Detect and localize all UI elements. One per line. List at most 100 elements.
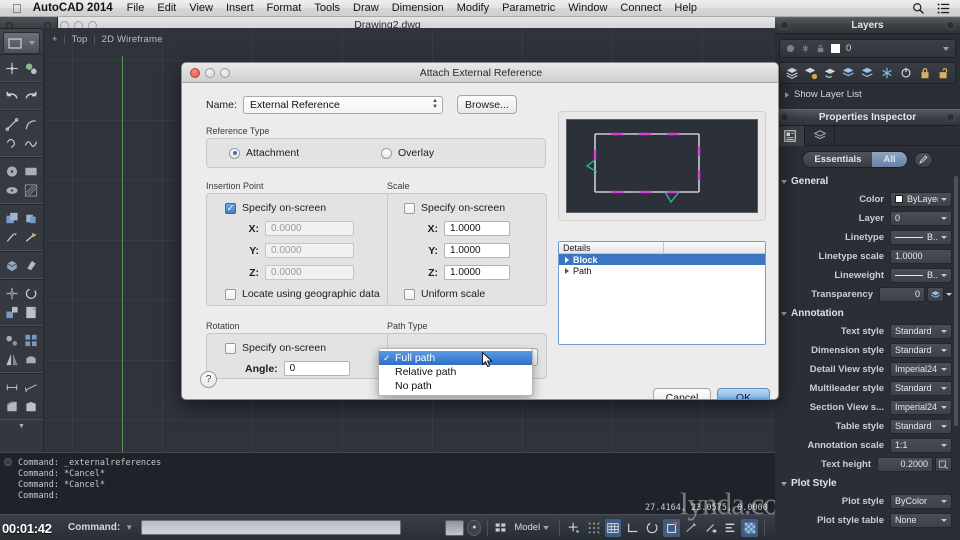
erase-icon[interactable] bbox=[23, 258, 39, 273]
layers-panel-close-icon[interactable] bbox=[780, 21, 789, 30]
lineweight-field[interactable]: B.. bbox=[890, 267, 952, 283]
chevron-right-icon[interactable] bbox=[565, 267, 569, 274]
offset-icon[interactable] bbox=[23, 211, 39, 226]
scale-specify-row[interactable]: Specify on-screen bbox=[404, 202, 536, 214]
dialog-minimize-button[interactable] bbox=[205, 67, 215, 78]
menu-format[interactable]: Format bbox=[267, 2, 302, 14]
chevron-down-icon[interactable] bbox=[941, 348, 947, 352]
snap-toggle-button[interactable] bbox=[566, 519, 582, 537]
layer-make-current-icon[interactable] bbox=[804, 66, 818, 80]
property-row[interactable]: Plot style ByColor bbox=[775, 492, 960, 510]
transparency-bylayer-button[interactable] bbox=[927, 286, 944, 302]
overlay-radio[interactable] bbox=[381, 147, 392, 159]
tool-palette-header[interactable] bbox=[3, 32, 40, 54]
menu-connect[interactable]: Connect bbox=[620, 2, 661, 14]
layer-unlock-icon[interactable] bbox=[937, 66, 951, 80]
geographic-data-row[interactable]: Locate using geographic data bbox=[225, 288, 380, 300]
layer-freeze-icon[interactable] bbox=[801, 44, 810, 53]
object-snap-tracking-button[interactable] bbox=[683, 519, 699, 537]
chevron-down-icon[interactable] bbox=[941, 405, 947, 409]
circle-icon[interactable] bbox=[4, 164, 20, 179]
linetype-field[interactable]: B.. bbox=[890, 229, 952, 245]
chevron-down-icon[interactable] bbox=[543, 525, 550, 530]
scale-z-input[interactable]: 1.0000 bbox=[444, 265, 510, 280]
attachment-radio[interactable] bbox=[229, 147, 240, 159]
viewport-visualstyle-label[interactable]: 2D Wireframe bbox=[102, 34, 163, 45]
chevron-down-icon[interactable] bbox=[941, 518, 947, 522]
command-history-chevron-icon[interactable]: ▼ bbox=[125, 523, 133, 532]
command-history-grip[interactable] bbox=[4, 458, 12, 466]
insertion-x-input[interactable]: 0.0000 bbox=[265, 221, 354, 236]
layout-grid-icon[interactable] bbox=[494, 520, 507, 535]
property-row[interactable]: Detail View style Imperial24 bbox=[775, 360, 960, 378]
property-row[interactable]: Transparency 0 bbox=[775, 285, 960, 303]
chevron-down-icon[interactable] bbox=[941, 367, 947, 371]
uniform-scale-checkbox[interactable] bbox=[404, 288, 415, 300]
properties-panel-options-icon[interactable] bbox=[946, 113, 955, 122]
property-row[interactable]: Table style Standard bbox=[775, 417, 960, 435]
chevron-down-icon[interactable] bbox=[781, 311, 787, 316]
spline-icon[interactable] bbox=[23, 136, 39, 151]
color-field[interactable]: ByLayer bbox=[890, 191, 952, 207]
layer-freeze-icon[interactable] bbox=[880, 66, 894, 80]
dynamic-input-button[interactable] bbox=[722, 519, 738, 537]
table-style-field[interactable]: Standard bbox=[890, 418, 952, 434]
show-layer-list-toggle[interactable]: Show Layer List bbox=[779, 84, 956, 105]
hatch-icon[interactable] bbox=[23, 183, 39, 198]
insertion-z-input[interactable]: 0.0000 bbox=[265, 265, 354, 280]
chevron-down-icon[interactable] bbox=[943, 46, 949, 51]
path-type-option-relative[interactable]: Relative path bbox=[379, 365, 532, 379]
search-icon[interactable] bbox=[912, 2, 925, 15]
menu-window[interactable]: Window bbox=[568, 2, 607, 14]
rotation-angle-input[interactable]: 0 bbox=[283, 361, 350, 376]
rotation-specify-checkbox[interactable] bbox=[225, 342, 236, 354]
insertion-specify-row[interactable]: Specify on-screen bbox=[225, 202, 380, 214]
property-row[interactable]: Layer 0 bbox=[775, 209, 960, 227]
scale-specify-checkbox[interactable] bbox=[404, 202, 415, 214]
layer-color-swatch[interactable] bbox=[831, 44, 840, 53]
properties-scrollbar[interactable] bbox=[954, 176, 958, 426]
overlay-radio-row[interactable]: Overlay bbox=[381, 147, 434, 159]
chevron-down-icon[interactable] bbox=[941, 386, 947, 390]
chevron-down-icon[interactable] bbox=[29, 41, 35, 45]
viewport-controls[interactable]: + | Top | 2D Wireframe bbox=[52, 34, 163, 45]
grid-dots-toggle-button[interactable] bbox=[586, 519, 602, 537]
menu-draw[interactable]: Draw bbox=[353, 2, 379, 14]
properties-panel-header[interactable]: Properties Inspector bbox=[775, 109, 960, 126]
fillet-icon[interactable] bbox=[4, 333, 20, 348]
layer-match-icon[interactable] bbox=[842, 66, 856, 80]
browse-button[interactable]: Browse... bbox=[456, 95, 517, 114]
section-header-plot-style[interactable]: Plot Style bbox=[775, 474, 960, 492]
path-type-option-full[interactable]: ✓ Full path bbox=[379, 351, 532, 365]
section-header-annotation[interactable]: Annotation bbox=[775, 304, 960, 322]
solid-face-icon[interactable] bbox=[23, 399, 39, 414]
undo-icon[interactable] bbox=[4, 89, 20, 104]
insertion-y-input[interactable]: 0.0000 bbox=[265, 243, 354, 258]
ok-button[interactable]: OK bbox=[717, 388, 770, 399]
menu-tools[interactable]: Tools bbox=[314, 2, 340, 14]
stepper-icon[interactable]: ▲▼ bbox=[432, 98, 438, 110]
transparency-field[interactable]: 0 bbox=[879, 286, 925, 302]
layer-isolate-icon[interactable] bbox=[861, 66, 875, 80]
property-row[interactable]: Linetype B.. bbox=[775, 228, 960, 246]
linetype-scale-field[interactable]: 1.0000 bbox=[890, 248, 952, 264]
dialog-title-bar[interactable]: Attach External Reference bbox=[182, 63, 778, 83]
multiple-points-icon[interactable] bbox=[23, 61, 39, 76]
layers-panel-options-icon[interactable] bbox=[946, 21, 955, 30]
text-style-field[interactable]: Standard bbox=[890, 323, 952, 339]
menu-file[interactable]: File bbox=[127, 2, 145, 14]
viewport-view-label[interactable]: Top bbox=[72, 34, 88, 45]
menu-view[interactable]: View bbox=[189, 2, 213, 14]
chevron-down-icon[interactable] bbox=[941, 424, 947, 428]
block-icon[interactable] bbox=[23, 352, 39, 367]
tab-properties[interactable] bbox=[775, 126, 805, 146]
property-row[interactable]: Annotation scale 1:1 bbox=[775, 436, 960, 454]
plot-style-field[interactable]: ByColor bbox=[890, 493, 952, 509]
chevron-down-icon[interactable] bbox=[781, 179, 787, 184]
redo-icon[interactable] bbox=[23, 89, 39, 104]
polyline-icon[interactable] bbox=[4, 136, 20, 151]
chevron-down-icon[interactable] bbox=[941, 329, 947, 333]
rotation-specify-row[interactable]: Specify on-screen bbox=[225, 342, 380, 354]
chevron-down-icon[interactable] bbox=[941, 216, 947, 220]
section-view-style-field[interactable]: Imperial24 bbox=[890, 399, 952, 415]
